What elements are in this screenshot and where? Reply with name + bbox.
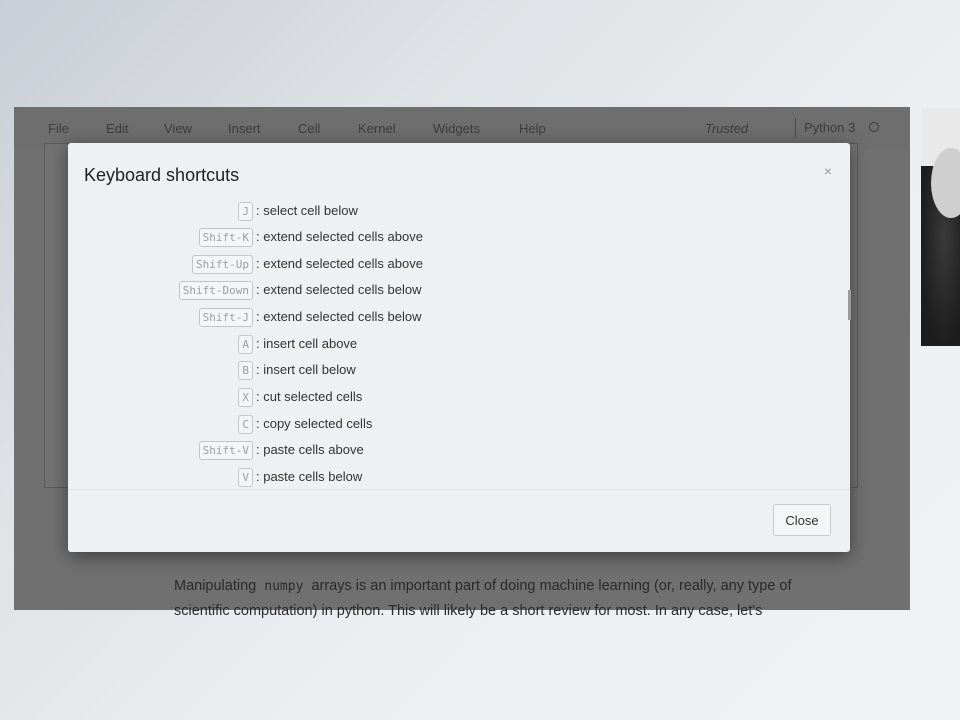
menu-cell[interactable]: Cell xyxy=(298,121,320,136)
modal-title: Keyboard shortcuts xyxy=(84,165,240,185)
shortcut-row: Shift-Down : extend selected cells below xyxy=(68,280,668,302)
shortcut-keys: A xyxy=(238,335,253,354)
shortcut-list[interactable]: J : select cell below Shift-K : extend s… xyxy=(68,197,668,487)
modal-footer-divider xyxy=(68,489,850,490)
markdown-text: Manipulating xyxy=(174,578,257,594)
shortcut-keys: X xyxy=(238,388,253,407)
shortcut-description: : extend selected cells below xyxy=(256,282,422,297)
shortcut-description: : extend selected cells above xyxy=(256,229,423,244)
shortcut-keys: C xyxy=(238,415,253,434)
shortcut-row: A : insert cell above xyxy=(68,334,668,356)
shortcut-description: : select cell below xyxy=(256,203,358,218)
menu-widgets[interactable]: Widgets xyxy=(433,121,480,136)
markdown-line-2: scientific computation) in python. This … xyxy=(174,603,763,619)
markdown-line-1: Manipulating numpy arrays is an importan… xyxy=(174,574,874,599)
menu-help[interactable]: Help xyxy=(519,121,546,136)
shortcut-row: Shift-J : extend selected cells below xyxy=(68,307,668,329)
close-icon[interactable]: × xyxy=(824,163,832,179)
trusted-indicator[interactable]: Trusted xyxy=(705,121,748,136)
shortcut-row: B : insert cell below xyxy=(68,360,668,382)
webcam-overlay xyxy=(921,108,960,346)
shortcut-keys: Shift-V xyxy=(198,441,253,460)
shortcut-row: Shift-Up : extend selected cells above xyxy=(68,254,668,276)
menu-edit[interactable]: Edit xyxy=(106,121,128,136)
shortcut-description: : cut selected cells xyxy=(256,389,363,404)
shortcut-row: X : cut selected cells xyxy=(68,387,668,409)
notebook-markdown-text: Manipulating numpy arrays is an importan… xyxy=(174,574,874,623)
keyboard-shortcuts-modal: Keyboard shortcuts × J : select cell bel… xyxy=(68,143,850,552)
shortcut-keys: V xyxy=(238,468,253,487)
inline-code: numpy xyxy=(264,579,304,594)
shortcut-description: : paste cells above xyxy=(256,442,364,457)
menu-insert[interactable]: Insert xyxy=(228,121,261,136)
shortcut-keys: Shift-K xyxy=(198,228,253,247)
shortcut-row: V : paste cells below xyxy=(68,467,668,487)
menu-kernel[interactable]: Kernel xyxy=(358,121,396,136)
shortcut-keys: Shift-Up xyxy=(192,255,253,274)
shortcut-description: : paste cells below xyxy=(256,469,363,484)
shortcut-description: : insert cell above xyxy=(256,336,358,351)
shortcut-description: : copy selected cells xyxy=(256,416,373,431)
menu-view[interactable]: View xyxy=(164,121,192,136)
shortcut-description: : insert cell below xyxy=(256,362,356,377)
shortcut-keys: Shift-J xyxy=(198,308,253,327)
shortcut-keys: B xyxy=(238,361,253,380)
close-button[interactable]: Close xyxy=(773,504,831,536)
shortcut-row: J : select cell below xyxy=(68,201,668,223)
shortcut-keys: Shift-Down xyxy=(178,281,253,300)
page-scrollbar[interactable] xyxy=(848,290,851,320)
shortcut-row: C : copy selected cells xyxy=(68,414,668,436)
shortcut-description: : extend selected cells above xyxy=(256,256,423,271)
kernel-name: Python 3 xyxy=(795,118,855,138)
shortcut-row: Shift-K : extend selected cells above xyxy=(68,227,668,249)
menu-file[interactable]: File xyxy=(48,121,69,136)
shortcut-row: Shift-V : paste cells above xyxy=(68,440,668,462)
kernel-status-icon xyxy=(869,122,879,132)
shortcut-description: : extend selected cells below xyxy=(256,309,422,324)
markdown-text: arrays is an important part of doing mac… xyxy=(311,578,792,594)
shortcut-keys: J xyxy=(238,202,253,221)
